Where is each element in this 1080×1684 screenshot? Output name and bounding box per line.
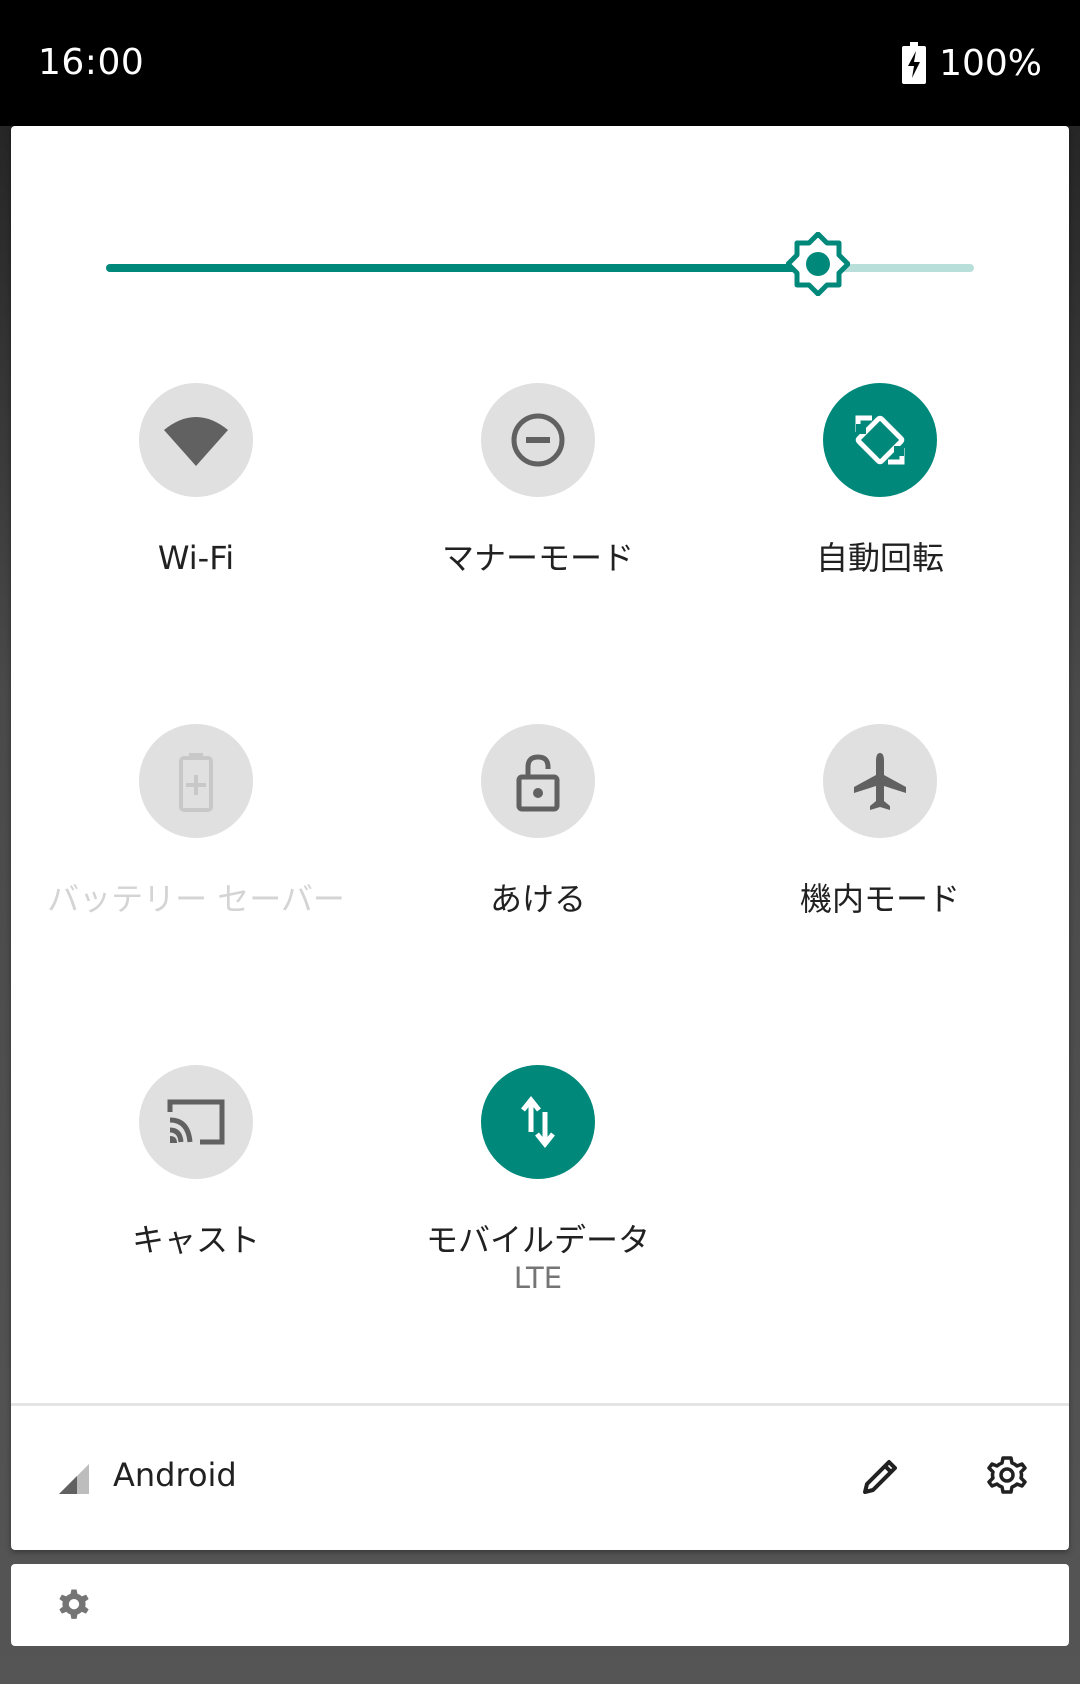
brightness-thumb-icon[interactable] (785, 232, 850, 296)
tile-wifi-button[interactable] (139, 383, 253, 497)
status-right: 100% (901, 42, 1042, 84)
cast-icon (167, 1099, 225, 1145)
tile-label: バッテリー セーバー (47, 880, 345, 918)
tile-battery-saver-button[interactable] (139, 724, 253, 838)
airplane-icon (854, 753, 906, 810)
tile-label: キャスト (131, 1221, 260, 1259)
unlock-icon (516, 754, 560, 812)
tile-unlock[interactable]: あける (368, 724, 708, 1024)
status-bar: 16:00 100% (0, 0, 1080, 126)
status-time: 16:00 (38, 42, 145, 83)
battery-percent: 100% (939, 42, 1042, 84)
tile-do-not-disturb[interactable]: マナーモード (368, 383, 708, 683)
tile-wifi[interactable]: Wi-Fi (26, 383, 366, 683)
tile-auto-rotate-button[interactable] (823, 383, 937, 497)
tile-auto-rotate[interactable]: 自動回転 (710, 383, 1050, 683)
settings-gear-icon (59, 1589, 89, 1619)
tile-cast-button[interactable] (139, 1065, 253, 1179)
brightness-slider[interactable] (106, 232, 974, 296)
edit-pencil-icon[interactable] (859, 1454, 903, 1498)
do-not-disturb-icon (511, 413, 565, 467)
notification-card[interactable] (11, 1564, 1069, 1646)
tile-label: あける (489, 880, 586, 918)
battery-charging-icon (902, 42, 927, 84)
tile-label: モバイルデータ (425, 1221, 650, 1259)
cell-signal-icon (59, 1464, 89, 1494)
tile-battery-saver[interactable]: バッテリー セーバー (26, 724, 366, 1024)
tile-mobile-data[interactable]: モバイルデータ LTE (368, 1065, 708, 1365)
tile-label: Wi-Fi (157, 539, 235, 577)
tile-mobile-data-button[interactable] (481, 1065, 595, 1179)
tile-dnd-button[interactable] (481, 383, 595, 497)
battery-saver-icon (179, 753, 213, 812)
carrier-name: Android (113, 1456, 237, 1494)
tile-unlock-button[interactable] (481, 724, 595, 838)
brightness-fill (106, 264, 818, 272)
tile-sublabel: LTE (513, 1261, 563, 1295)
auto-rotate-icon (855, 415, 905, 465)
quick-settings-footer: Android (11, 1406, 1069, 1550)
tile-cast[interactable]: キャスト (26, 1065, 366, 1365)
tile-label: マナーモード (441, 539, 634, 577)
tile-label: 機内モード (799, 880, 960, 918)
mobile-data-icon (521, 1095, 555, 1149)
settings-gear-icon[interactable] (985, 1454, 1029, 1498)
wifi-icon (164, 417, 228, 466)
tile-label: 自動回転 (815, 539, 944, 577)
tile-airplane-button[interactable] (823, 724, 937, 838)
tile-airplane-mode[interactable]: 機内モード (710, 724, 1050, 1024)
